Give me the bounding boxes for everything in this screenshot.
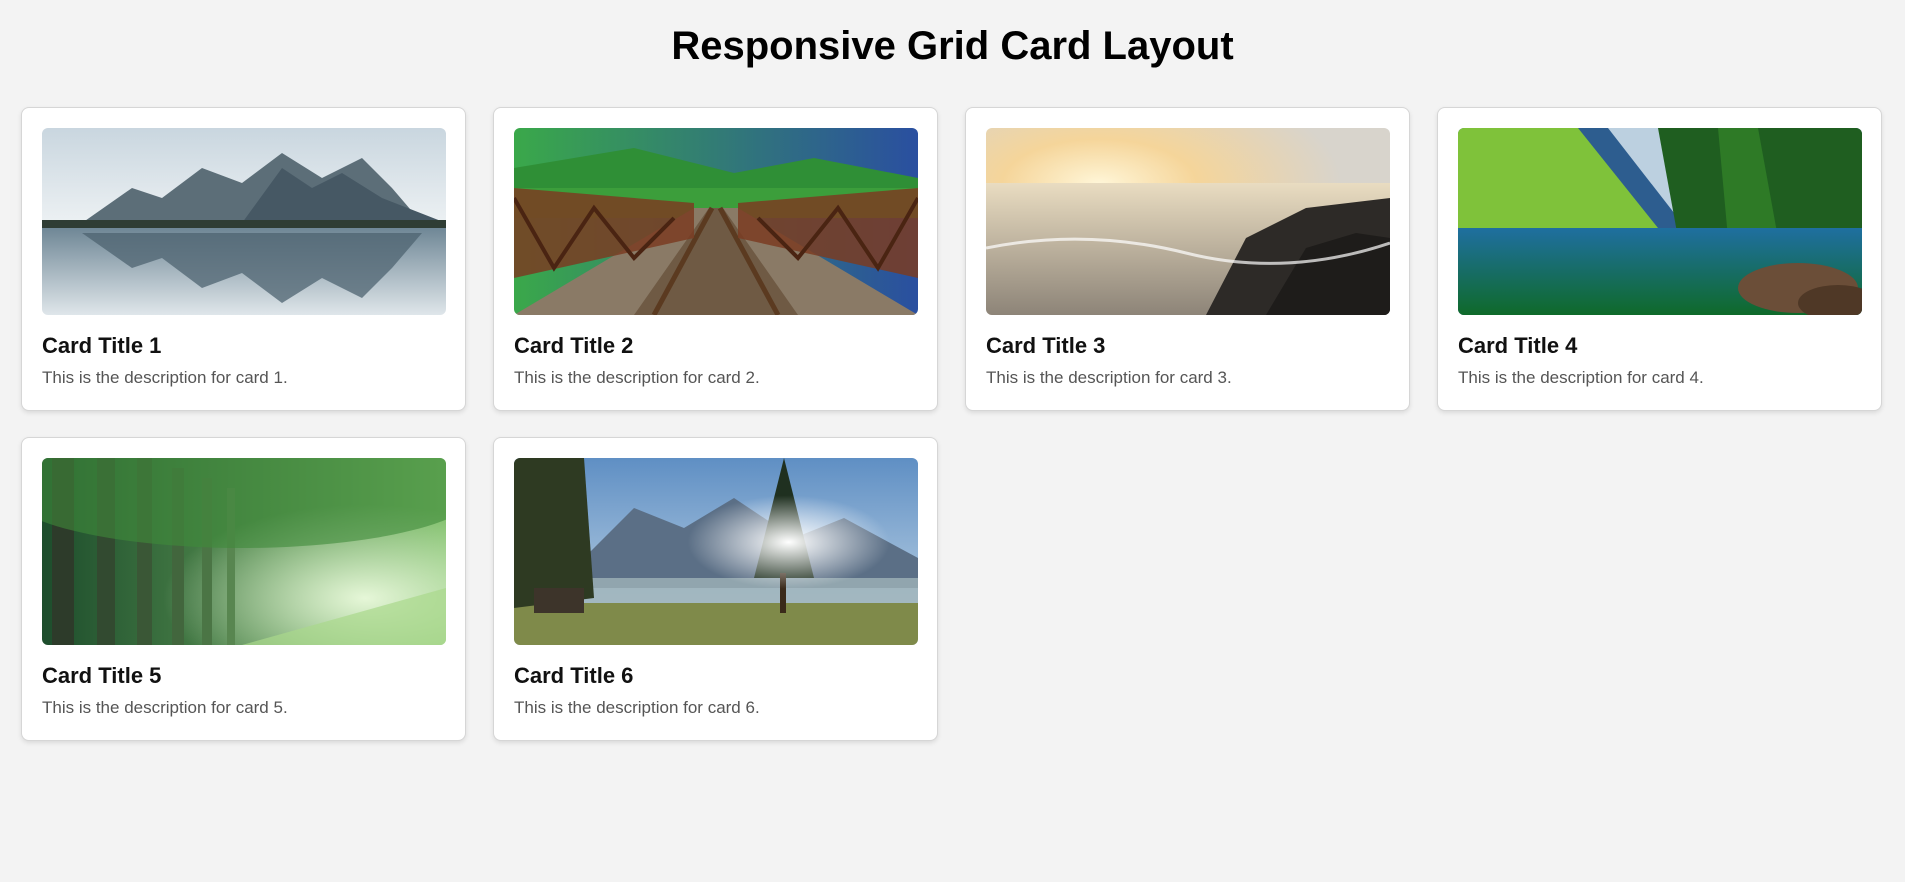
card-title: Card Title 5 (42, 663, 162, 688)
card-title: Card Title 4 (1458, 333, 1578, 358)
card-image-mountain-lake (42, 128, 446, 315)
card-description: This is the description for card 3. (986, 368, 1232, 387)
card-3[interactable]: Card Title 3 This is the description for… (965, 107, 1410, 411)
card-description: This is the description for card 6. (514, 698, 760, 717)
card-grid: Card Title 1 This is the description for… (21, 107, 1882, 741)
card-title: Card Title 6 (514, 663, 634, 688)
card-description: This is the description for card 1. (42, 368, 288, 387)
card-description: This is the description for card 5. (42, 698, 288, 717)
card-description: This is the description for card 2. (514, 368, 760, 387)
card-image-alpine-meadow (514, 458, 918, 645)
card-image-forest-avenue (42, 458, 446, 645)
card-title: Card Title 3 (986, 333, 1106, 358)
card-1[interactable]: Card Title 1 This is the description for… (21, 107, 466, 411)
card-image-green-valley-lake (1458, 128, 1862, 315)
page-title: Responsive Grid Card Layout (671, 24, 1234, 68)
card-image-railway-bridge (514, 128, 918, 315)
card-description: This is the description for card 4. (1458, 368, 1704, 387)
card-title: Card Title 1 (42, 333, 162, 358)
card-title: Card Title 2 (514, 333, 634, 358)
card-6[interactable]: Card Title 6 This is the description for… (493, 437, 938, 741)
card-5[interactable]: Card Title 5 This is the description for… (21, 437, 466, 741)
card-image-sunset-shore (986, 128, 1390, 315)
card-2[interactable]: Card Title 2 This is the description for… (493, 107, 938, 411)
card-4[interactable]: Card Title 4 This is the description for… (1437, 107, 1882, 411)
